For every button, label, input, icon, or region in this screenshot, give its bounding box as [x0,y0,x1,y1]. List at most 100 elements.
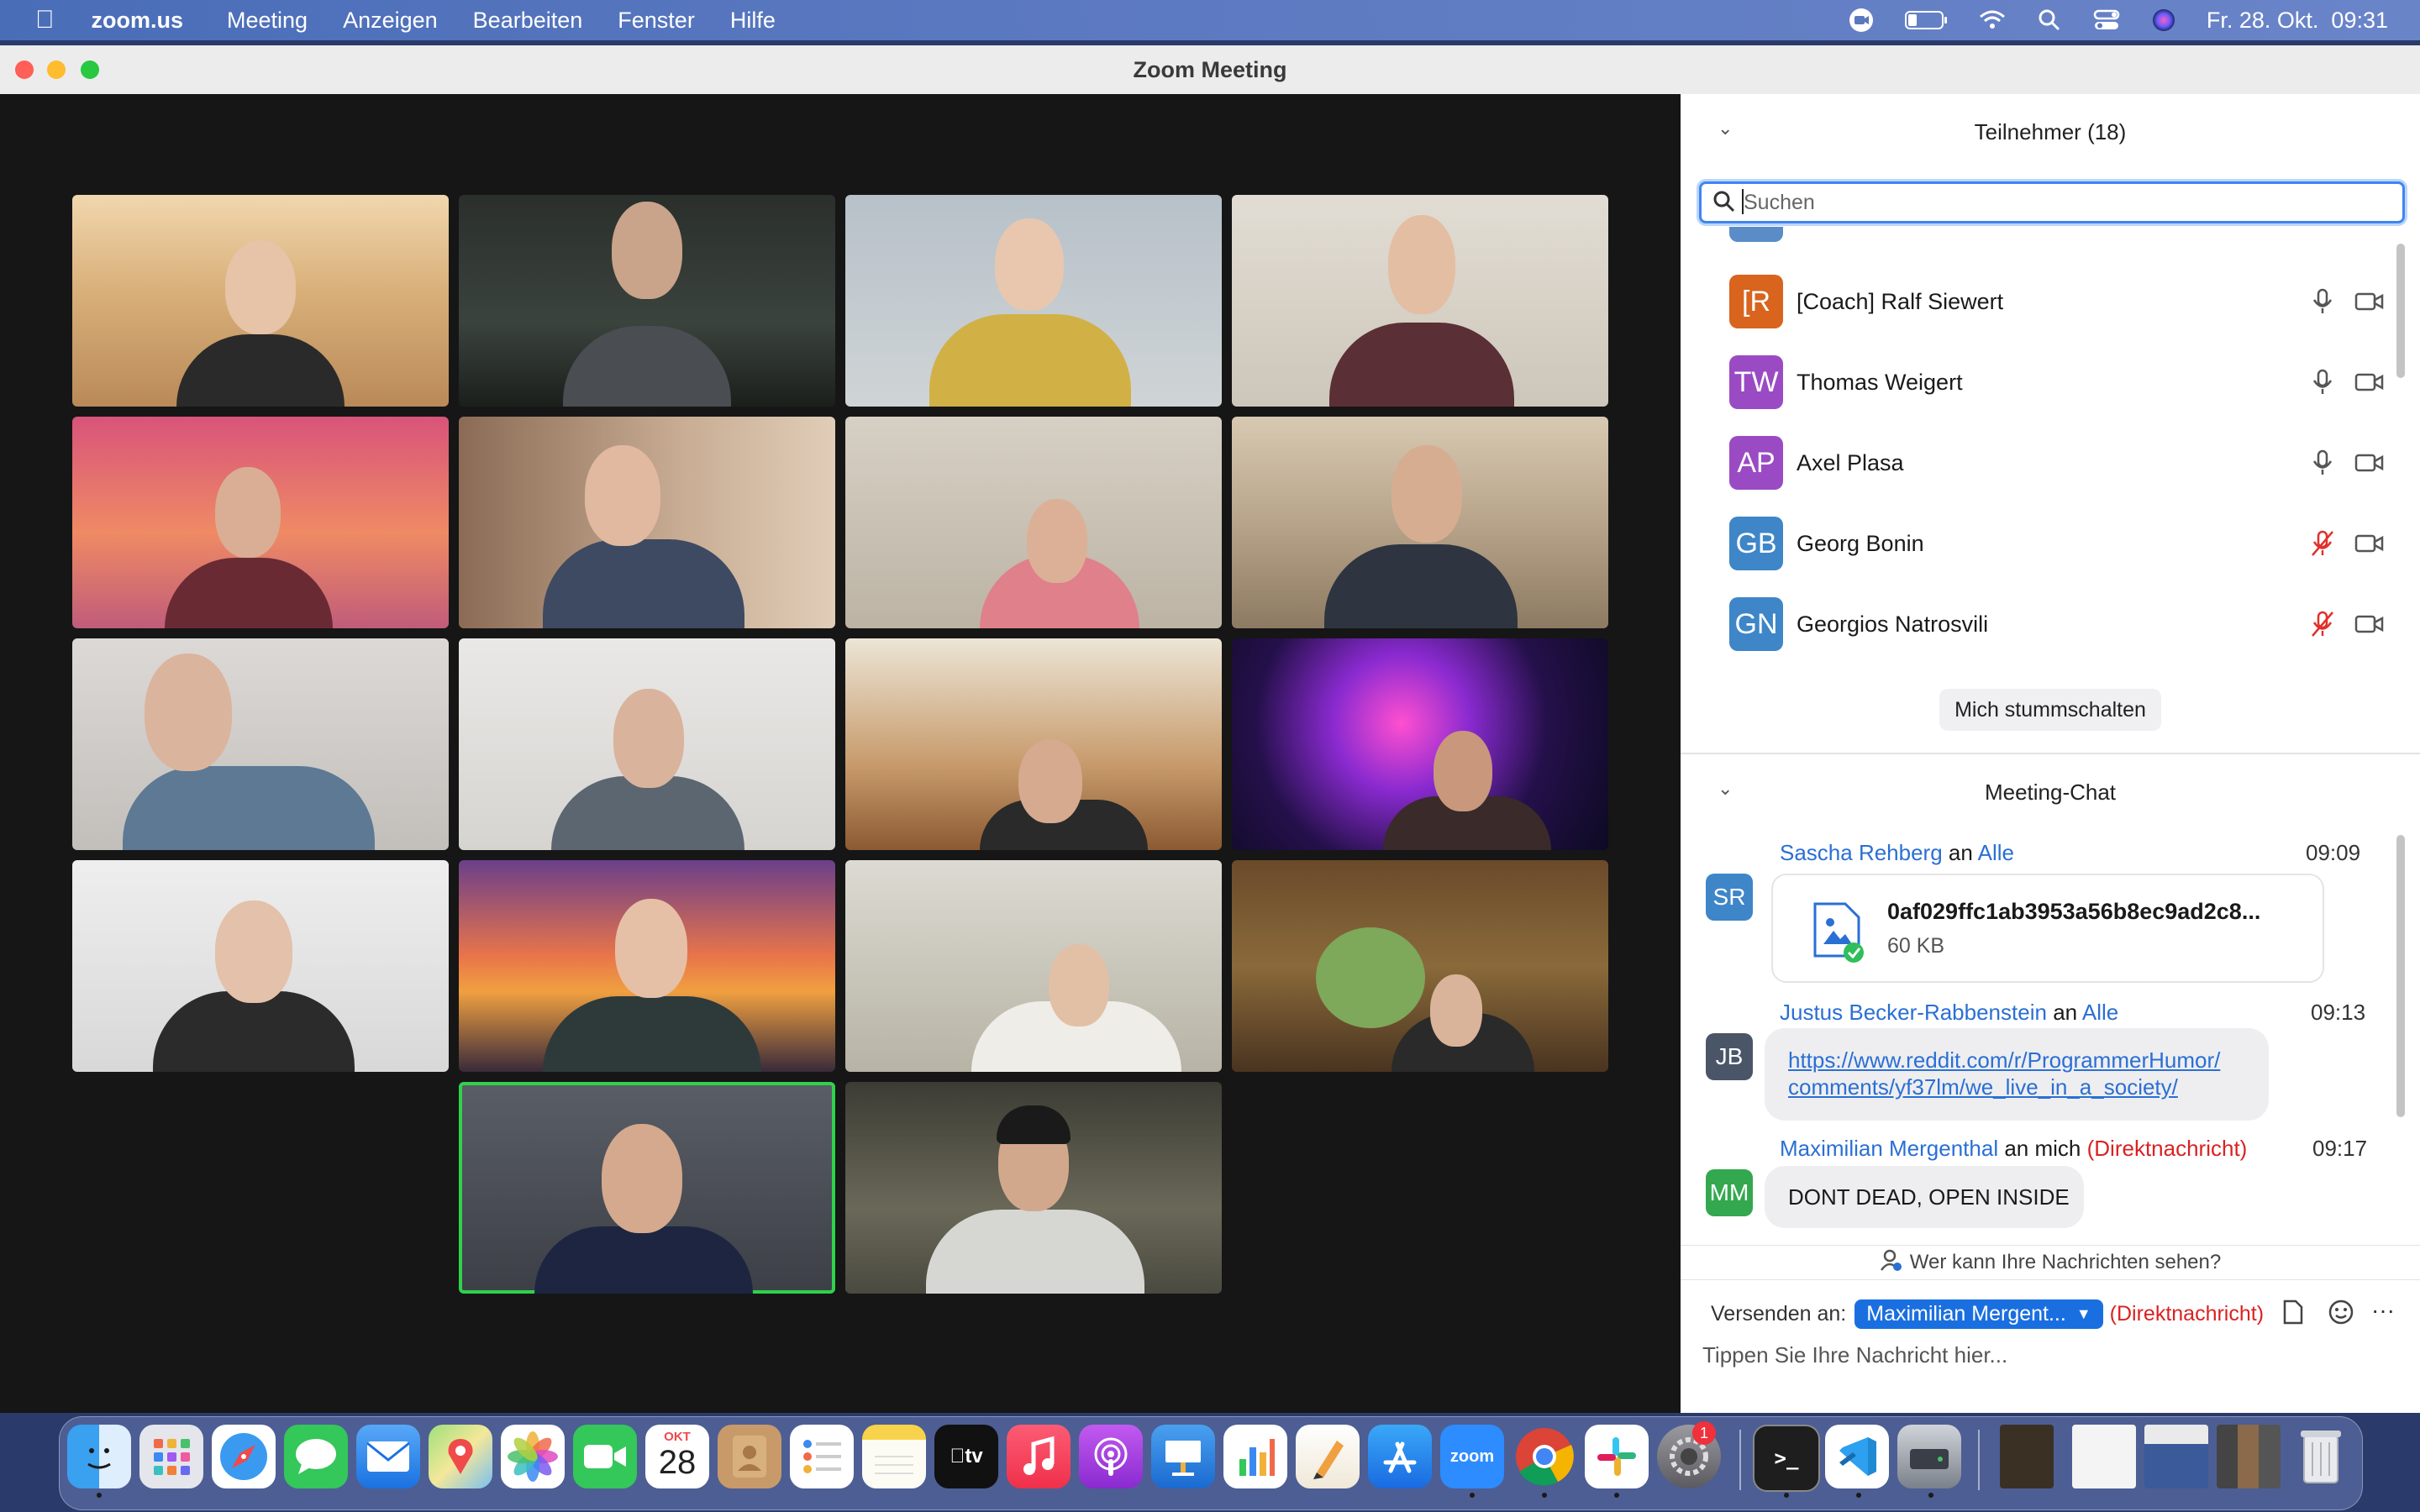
menubar-clock[interactable]: Fr. 28. Okt. 09:31 [2207,8,2388,34]
participants-scrollbar[interactable] [2396,244,2405,378]
vscode-icon[interactable] [1825,1425,1889,1488]
chat-message-input[interactable]: Tippen Sie Ihre Nachricht hier... [1702,1342,2007,1368]
notes-icon[interactable] [862,1425,926,1488]
battery-icon[interactable] [1904,6,1949,34]
more-options-button[interactable]: ··· [2371,1297,2395,1324]
podcasts-icon[interactable] [1079,1425,1143,1488]
menu-anzeigen[interactable]: Anzeigen [343,8,438,34]
video-tile[interactable] [459,638,835,850]
mic-icon[interactable] [2307,367,2338,397]
mute-self-label: Mich stummschalten [1954,697,2146,722]
video-tile[interactable] [72,638,449,850]
participant-row[interactable]: AP Axel Plasa [1729,433,2385,493]
video-tile[interactable] [1232,195,1608,407]
video-tile[interactable] [1232,638,1608,850]
chrome-icon[interactable] [1512,1425,1576,1488]
camera-icon[interactable] [2354,609,2385,639]
safari-icon[interactable] [212,1425,276,1488]
wifi-icon[interactable] [1978,6,2007,34]
video-tile[interactable] [845,195,1222,407]
chat-visibility-note[interactable]: Wer kann Ihre Nachrichten sehen? [1681,1245,2420,1280]
minimized-window-thumbnail[interactable] [2072,1425,2136,1488]
mic-icon[interactable] [2307,286,2338,317]
siri-icon[interactable] [2149,6,2178,34]
photos-icon[interactable] [501,1425,565,1488]
camera-icon[interactable] [2354,528,2385,559]
participant-row[interactable]: GN Georgios Natrosvili [1729,594,2385,654]
camera-icon[interactable] [2354,367,2385,397]
contacts-icon[interactable] [718,1425,781,1488]
recipient-name[interactable]: Alle [1978,840,2014,865]
participant-row[interactable]: TW Thomas Weigert [1729,352,2385,412]
camera-icon[interactable] [2354,286,2385,317]
slack-icon[interactable] [1585,1425,1649,1488]
trash-icon[interactable] [2289,1425,2353,1488]
to-word: an [2053,1000,2078,1025]
video-tile[interactable] [1232,860,1608,1072]
calendar-icon[interactable]: OKT 28 [645,1425,709,1488]
apple-menu-icon[interactable]:  [35,6,55,34]
video-tile[interactable] [845,1082,1222,1294]
menu-app-name[interactable]: zoom.us [92,8,184,34]
video-tile[interactable] [459,860,835,1072]
mic-muted-icon[interactable] [2307,609,2338,639]
minimized-window-thumbnail[interactable] [2144,1425,2208,1488]
spotlight-search-icon[interactable] [2035,6,2064,34]
video-tile[interactable] [845,860,1222,1072]
video-tile-active-speaker[interactable] [459,1082,835,1294]
video-tile[interactable] [72,195,449,407]
video-tile[interactable] [72,417,449,628]
app-store-icon[interactable] [1368,1425,1432,1488]
recipient-name[interactable]: Alle [2082,1000,2118,1025]
maps-icon[interactable] [429,1425,492,1488]
disk-utility-icon[interactable] [1897,1425,1961,1488]
mic-muted-icon[interactable] [2307,528,2338,559]
video-tile[interactable] [459,417,835,628]
running-indicator [1614,1493,1619,1498]
video-tile[interactable] [845,417,1222,628]
mail-icon[interactable] [356,1425,420,1488]
video-tile[interactable] [459,195,835,407]
minimized-window-thumbnail[interactable] [2000,1425,2054,1488]
chat-link[interactable]: https://www.reddit.com/r/ProgrammerHumor… [1788,1047,2220,1100]
file-share-icon[interactable] [2282,1299,2304,1330]
apple-tv-icon[interactable]: tv [934,1425,998,1488]
sender-name[interactable]: Justus Becker-Rabbenstein [1780,1000,2047,1025]
terminal-icon[interactable]: >_ [1753,1425,1820,1492]
notification-badge: 1 [1692,1421,1716,1445]
messages-icon[interactable] [284,1425,348,1488]
reminders-icon[interactable] [790,1425,854,1488]
mute-self-button[interactable]: Mich stummschalten [1939,689,2161,731]
pages-icon[interactable] [1296,1425,1360,1488]
search-input[interactable]: Suchen [1744,191,1815,215]
camera-icon[interactable] [2354,448,2385,478]
zoom-app-icon[interactable]: zoom [1440,1425,1504,1488]
recipient-dropdown[interactable]: Maximilian Mergent... ▼ [1854,1299,2103,1329]
finder-icon[interactable] [67,1425,131,1488]
menu-fenster[interactable]: Fenster [618,8,695,34]
launchpad-icon[interactable] [139,1425,203,1488]
participant-search-field[interactable]: Suchen [1699,181,2405,223]
video-tile[interactable] [72,860,449,1072]
chat-scrollbar[interactable] [2396,835,2405,1117]
sender-name[interactable]: Sascha Rehberg [1780,840,1943,865]
zoom-status-icon[interactable] [1847,6,1876,34]
menu-meeting[interactable]: Meeting [227,8,308,34]
participant-row[interactable]: GB Georg Bonin [1729,513,2385,574]
minimized-window-thumbnail[interactable] [2217,1425,2281,1488]
file-attachment-card[interactable]: 0af029ffc1ab3953a56b8ec9ad2c8... 60 KB [1771,874,2324,983]
window-title: Zoom Meeting [1133,57,1287,82]
emoji-icon[interactable] [2328,1299,2354,1330]
menu-bearbeiten[interactable]: Bearbeiten [473,8,583,34]
music-icon[interactable] [1007,1425,1071,1488]
numbers-icon[interactable] [1223,1425,1287,1488]
keynote-icon[interactable] [1151,1425,1215,1488]
facetime-icon[interactable] [573,1425,637,1488]
video-tile[interactable] [1232,417,1608,628]
menu-hilfe[interactable]: Hilfe [730,8,776,34]
mic-icon[interactable] [2307,448,2338,478]
video-tile[interactable] [845,638,1222,850]
participant-row[interactable]: [R [Coach] Ralf Siewert [1729,271,2385,332]
control-center-icon[interactable] [2092,6,2121,34]
sender-name[interactable]: Maximilian Mergenthal [1780,1136,1998,1161]
